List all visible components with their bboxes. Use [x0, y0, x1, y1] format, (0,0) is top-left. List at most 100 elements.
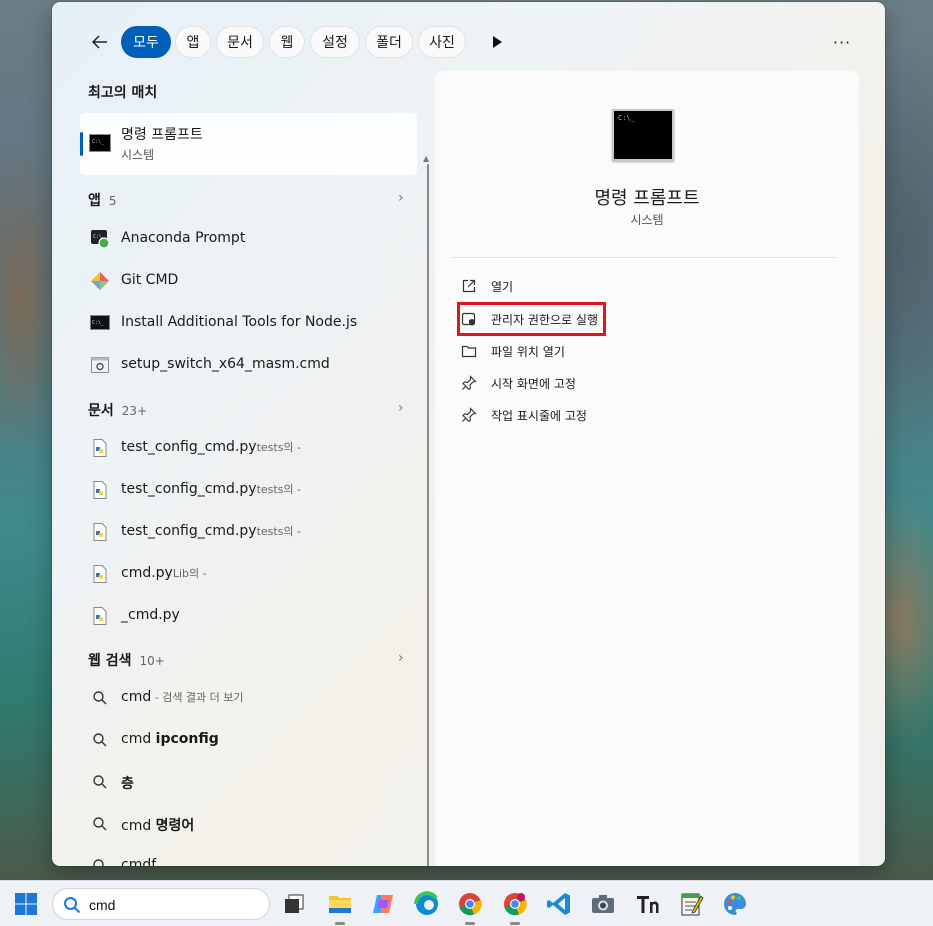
documents-expand-chevron-icon[interactable]: › [398, 400, 404, 416]
more-filters-button[interactable] [487, 32, 507, 52]
document-item[interactable]: _cmd.py [80, 596, 417, 636]
copilot-button[interactable] [369, 890, 397, 918]
web-query: cmd [121, 818, 156, 834]
action-open-file-location[interactable]: 파일 위치 열기 [453, 336, 833, 366]
filter-apps[interactable]: 앱 [175, 26, 211, 58]
pin-icon [462, 407, 477, 423]
vscode-button[interactable] [545, 890, 573, 918]
web-query: cmdf [121, 857, 157, 866]
folder-icon [329, 896, 351, 913]
filter-web[interactable]: 웹 [269, 26, 305, 58]
filter-documents[interactable]: 문서 [216, 26, 264, 58]
git-icon [91, 272, 109, 290]
open-external-icon [462, 279, 476, 293]
search-icon [93, 775, 107, 789]
python-file-icon [93, 523, 107, 541]
document-name: _cmd.py [121, 607, 180, 623]
notepad-icon [681, 893, 704, 916]
action-label: 열기 [491, 280, 514, 294]
document-name: test_config_cmd.py [121, 439, 257, 455]
svg-text:C:\_: C:\_ [92, 139, 105, 145]
document-name: test_config_cmd.py [121, 481, 257, 497]
app-item-git-cmd[interactable]: Git CMD [80, 261, 417, 301]
web-suggestion: 명령어 [155, 818, 195, 834]
file-explorer-button[interactable] [326, 890, 354, 925]
running-indicator [510, 922, 520, 925]
filter-photos[interactable]: 사진 [418, 26, 466, 58]
camera-icon [592, 895, 614, 913]
chrome-button[interactable] [456, 890, 484, 925]
script-file-icon [91, 357, 109, 373]
list-item-label: Anaconda Prompt [121, 230, 246, 246]
web-result-item[interactable]: 층 [80, 762, 417, 802]
command-prompt-icon: C:\_ [89, 134, 111, 152]
search-icon [64, 897, 81, 914]
web-result-item[interactable]: cmd 명령어 [80, 804, 417, 844]
web-expand-chevron-icon[interactable]: › [398, 650, 404, 666]
python-file-icon [93, 481, 107, 499]
documents-heading: 문서 23+ [88, 400, 147, 420]
typora-icon [637, 896, 659, 913]
web-result-item[interactable]: cmd ipconfig [80, 720, 417, 760]
documents-heading-label: 문서 [88, 403, 114, 419]
app-item-setup-switch[interactable]: setup_switch_x64_masm.cmd [80, 345, 417, 385]
paint-button[interactable] [721, 890, 749, 918]
windows-start-icon[interactable] [14, 892, 38, 916]
search-icon [93, 817, 107, 831]
app-item-node-tools[interactable]: C:\_ Install Additional Tools for Node.j… [80, 303, 417, 343]
best-match-subtitle: 시스템 [121, 148, 155, 162]
list-item-label: setup_switch_x64_masm.cmd [121, 356, 330, 372]
filter-bar: 모두 앱 문서 웹 설정 폴더 사진 ··· [52, 24, 885, 60]
command-prompt-large-icon: C:\_ [612, 109, 674, 161]
search-input[interactable] [89, 895, 259, 915]
list-item-label: _cmd.py [121, 607, 180, 623]
document-location: tests의 - [256, 441, 302, 454]
highlight-annotation [457, 302, 606, 336]
filter-settings[interactable]: 설정 [310, 26, 360, 58]
web-result-item[interactable]: cmd - 검색 결과 더 보기 [80, 678, 417, 718]
folder-icon [461, 345, 477, 358]
action-label: 작업 표시줄에 고정 [491, 409, 587, 423]
results-scrollbar[interactable]: ▲ ▼ [423, 154, 430, 866]
document-item[interactable]: test_config_cmd.pytests의 - [80, 470, 417, 510]
task-view-button[interactable] [280, 890, 308, 918]
detail-divider [451, 257, 837, 258]
edge-button[interactable] [413, 890, 441, 918]
app-item-anaconda[interactable]: C:\ Anaconda Prompt [80, 219, 417, 259]
play-icon [493, 36, 502, 48]
detail-title: 명령 프롬프트 [594, 188, 700, 209]
taskbar-search[interactable] [52, 888, 270, 920]
back-arrow-icon [91, 35, 107, 49]
action-open[interactable]: 열기 [453, 271, 833, 301]
document-item[interactable]: test_config_cmd.pytests의 - [80, 428, 417, 468]
document-item[interactable]: test_config_cmd.pytests의 - [80, 512, 417, 552]
list-item-label: Install Additional Tools for Node.js [121, 314, 358, 330]
filter-folders[interactable]: 폴더 [365, 26, 413, 58]
list-item-label: test_config_cmd.pytests의 - [121, 439, 301, 455]
document-item[interactable]: cmd.pyLib의 - [80, 554, 417, 594]
typora-button[interactable] [633, 890, 661, 918]
scrollbar-thumb[interactable] [427, 164, 429, 866]
web-search-heading-label: 웹 검색 [88, 653, 132, 669]
apps-expand-chevron-icon[interactable]: › [398, 190, 404, 206]
chrome-profile-button[interactable] [501, 890, 529, 925]
action-label: 시작 화면에 고정 [491, 377, 576, 391]
document-location: Lib의 - [172, 567, 207, 580]
camera-button[interactable] [589, 890, 617, 918]
action-label: 파일 위치 열기 [491, 345, 565, 359]
detail-pane: C:\_ 명령 프롬프트 시스템 열기 관리자 권한으로 실행 파일 위치 열기 [435, 71, 859, 866]
filter-all[interactable]: 모두 [121, 26, 171, 58]
more-options-button[interactable]: ··· [828, 28, 856, 56]
action-pin-to-start[interactable]: 시작 화면에 고정 [453, 368, 833, 398]
web-search-count: 10+ [139, 654, 165, 668]
notepad-button[interactable] [677, 890, 705, 918]
copilot-icon [373, 895, 393, 913]
best-match-item[interactable]: C:\_ 명령 프롬프트 시스템 [80, 113, 417, 175]
search-icon [93, 691, 107, 705]
action-pin-to-taskbar[interactable]: 작업 표시줄에 고정 [453, 400, 833, 430]
best-match-title: 명령 프롬프트 [121, 127, 203, 143]
edge-icon [414, 891, 438, 915]
scroll-up-icon[interactable]: ▲ [423, 154, 429, 163]
web-result-item[interactable]: cmdf [80, 846, 417, 866]
back-button[interactable] [86, 28, 114, 56]
